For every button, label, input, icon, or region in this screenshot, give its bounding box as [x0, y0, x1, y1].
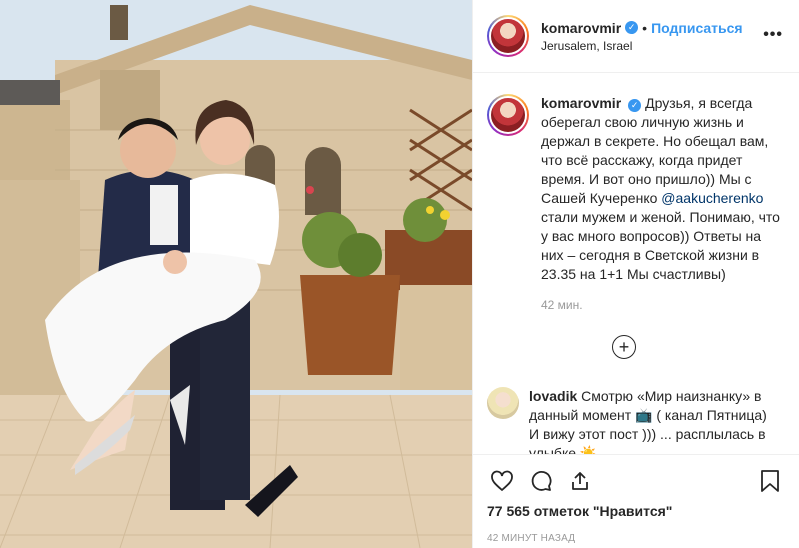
- caption-username[interactable]: komarovmir: [541, 95, 621, 111]
- author-info: komarovmir ✓ • Подписаться Jerusalem, Is…: [541, 20, 743, 53]
- comment-item: lovadik Смотрю «Мир наизнанку» в данный …: [487, 387, 785, 454]
- caption: komarovmir ✓ Друзья, я всегда оберегал сво…: [487, 94, 785, 315]
- author-username[interactable]: komarovmir: [541, 20, 621, 36]
- post-actions: 77 565 отметок "Нравится" 42 МИНУТ НАЗАД: [473, 454, 799, 544]
- more-options-icon[interactable]: •••: [763, 26, 783, 44]
- instagram-post: komarovmir ✓ • Подписаться Jerusalem, Is…: [0, 0, 799, 548]
- follow-button[interactable]: Подписаться: [651, 20, 743, 36]
- caption-body-end: стали мужем и женой. Понимаю, что у вас …: [541, 209, 780, 282]
- caption-time[interactable]: 42 мин.: [541, 296, 781, 315]
- action-icons: [487, 463, 785, 499]
- verified-badge-icon: ✓: [628, 99, 642, 112]
- bookmark-icon[interactable]: [755, 466, 785, 496]
- comment-icon[interactable]: [526, 466, 556, 496]
- like-count[interactable]: 77 565 отметок "Нравится": [487, 503, 785, 519]
- verified-badge-icon: ✓: [625, 21, 639, 34]
- load-more-comments: +: [487, 335, 785, 359]
- wedding-photo-illustration: [0, 0, 472, 548]
- comments-section[interactable]: komarovmir ✓ Друзья, я всегда оберегал сво…: [473, 74, 799, 454]
- mention-link[interactable]: @aakucherenko: [661, 190, 763, 206]
- caption-avatar[interactable]: [487, 94, 529, 136]
- add-circle-icon[interactable]: +: [612, 335, 636, 359]
- author-row: komarovmir ✓ • Подписаться: [541, 20, 743, 36]
- author-avatar[interactable]: [487, 15, 529, 57]
- post-sidebar: komarovmir ✓ • Подписаться Jerusalem, Is…: [472, 0, 799, 548]
- caption-text: komarovmir ✓ Друзья, я всегда оберегал сво…: [541, 94, 781, 315]
- separator-dot: •: [642, 19, 648, 36]
- heart-icon[interactable]: [487, 466, 517, 496]
- post-location[interactable]: Jerusalem, Israel: [541, 39, 743, 53]
- commenter-avatar[interactable]: [487, 387, 519, 419]
- comment-text: lovadik Смотрю «Мир наизнанку» в данный …: [529, 387, 779, 454]
- post-timestamp[interactable]: 42 МИНУТ НАЗАД: [487, 533, 785, 544]
- post-header: komarovmir ✓ • Подписаться Jerusalem, Is…: [473, 0, 799, 73]
- share-icon[interactable]: [565, 466, 595, 496]
- post-photo[interactable]: [0, 0, 472, 548]
- commenter-username[interactable]: lovadik: [529, 388, 577, 404]
